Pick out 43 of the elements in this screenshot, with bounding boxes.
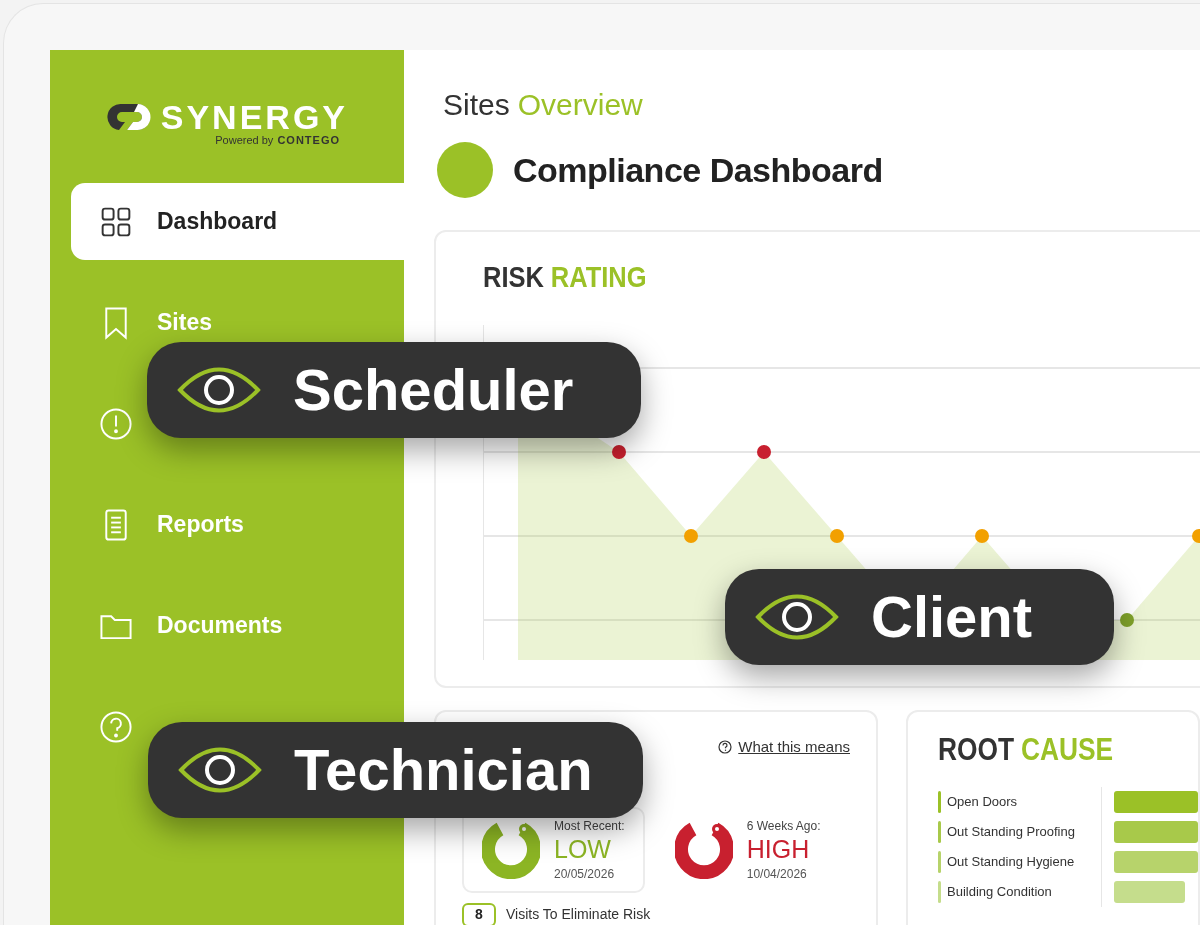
help-icon[interactable] [99,709,133,744]
breadcrumb-accent: Overview [517,90,643,120]
data-point [1120,613,1134,627]
partner-logo: CONTEGO [277,133,340,148]
data-point [684,529,698,543]
breadcrumb: Sites [443,90,510,120]
data-point [975,529,989,543]
logo-tagline: Powered by [215,133,274,148]
card-title-accent: RATING [550,262,647,292]
category-label: Building Condition [947,883,1053,902]
risk-level: HIGH [746,834,811,863]
status-caption: Most Recent: [554,817,625,835]
sidebar-item[interactable]: Reports [99,507,244,542]
role-label: Technician [294,741,593,799]
risk-level: LOW [554,834,612,863]
role-label: Client [871,588,1033,646]
status-date: 10/04/2026 [746,865,808,883]
role-label: Scheduler [293,361,574,419]
category-label: Open Doors [947,793,1019,812]
card-title: RISK [483,262,544,292]
status-caption: 6 Weeks Ago: [746,817,821,835]
low-risk-ring-icon [482,820,540,879]
card-title-accent: CAUSE [1020,734,1114,765]
logo-wordmark: SYNERGY [160,100,348,134]
sidebar-item[interactable]: Sites [99,305,212,340]
visits-label: Visits To Eliminate Risk [506,905,651,924]
data-point [757,445,771,459]
alert-icon[interactable] [99,406,133,441]
category-label: Out Standing Proofing [947,823,1076,842]
visits-count: 8 [462,902,496,925]
page-title: Compliance Dashboard [513,149,883,191]
logo-icon [106,102,153,132]
sidebar-item[interactable]: Dashboard [99,204,278,239]
sidebar-item[interactable]: Documents [99,608,283,643]
data-point [1192,529,1200,543]
data-point [612,445,626,459]
help-link[interactable]: What this means [738,736,850,759]
status-date: 20/05/2026 [554,865,616,883]
high-risk-ring-icon [674,820,733,879]
card-title: ROOT [938,734,1015,765]
help-icon [718,740,733,755]
category-label: Out Standing Hygiene [947,853,1076,872]
data-point [830,529,844,543]
